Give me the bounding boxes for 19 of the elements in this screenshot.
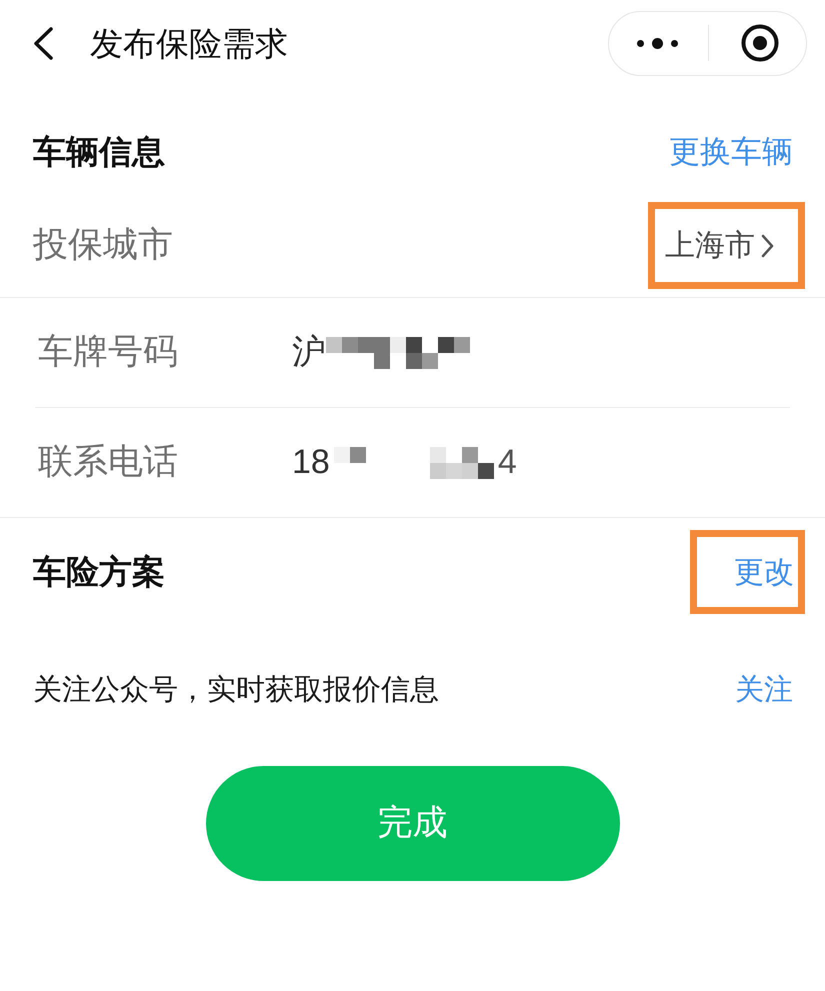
field-label: 联系电话 [38, 441, 179, 484]
more-icon[interactable] [637, 38, 678, 48]
section-title: 车辆信息 [33, 132, 165, 172]
field-value: 沪 [292, 332, 326, 373]
field-label: 车牌号码 [38, 331, 179, 374]
city-selector[interactable]: 上海市 [665, 223, 774, 268]
field-value: 4 [498, 442, 517, 483]
chevron-right-icon [761, 234, 774, 258]
back-icon[interactable] [33, 26, 53, 60]
page-title: 发布保险需求 [90, 26, 288, 60]
field-label: 投保城市 [33, 224, 173, 266]
field-value: 18 [292, 442, 330, 483]
change-vehicle-link[interactable]: 更换车辆 [669, 128, 793, 176]
done-button[interactable]: 完成 [206, 766, 620, 881]
follow-prompt: 关注公众号，实时获取报价信息 [33, 673, 439, 708]
section-title: 车险方案 [33, 552, 165, 592]
change-plan-link[interactable]: 更改 [734, 550, 794, 594]
target-icon[interactable] [741, 24, 779, 62]
follow-link[interactable]: 关注 [735, 669, 793, 713]
